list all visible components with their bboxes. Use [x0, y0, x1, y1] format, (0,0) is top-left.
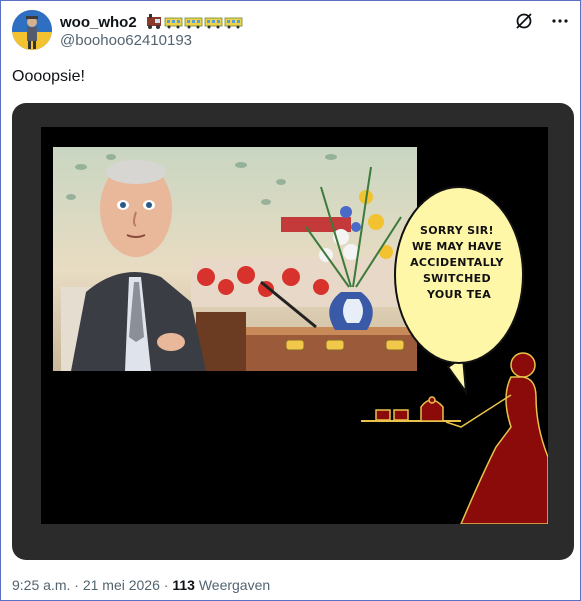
post-text: Oooopsie!	[12, 68, 85, 85]
scene-illustration	[53, 147, 417, 371]
more-icon[interactable]	[551, 12, 569, 35]
avatar[interactable]	[12, 10, 52, 50]
views-label[interactable]: Weergaven	[199, 577, 270, 593]
speech-line-1: SORRY SIR!	[420, 224, 494, 237]
post-date[interactable]: 21 mei 2026	[83, 577, 160, 593]
train-emoji-icon	[145, 14, 245, 30]
views-count[interactable]: 113	[172, 577, 195, 593]
speech-line-2: WE MAY HAVE	[412, 240, 502, 253]
separator: ·	[163, 577, 169, 593]
post-time[interactable]: 9:25 a.m.	[12, 577, 70, 593]
post-media[interactable]: SORRY SIR! WE MAY HAVE ACCIDENTALLY SWIT…	[12, 103, 574, 560]
author-handle[interactable]: @boohoo62410193	[60, 32, 192, 49]
speech-line-4: SWITCHED	[423, 272, 491, 285]
author-display-name[interactable]: woo_who2	[60, 14, 137, 31]
grok-icon[interactable]	[515, 12, 533, 35]
meme-image: SORRY SIR! WE MAY HAVE ACCIDENTALLY SWIT…	[41, 127, 549, 525]
separator: ·	[74, 577, 79, 593]
speech-line-3: ACCIDENTALLY	[410, 256, 504, 269]
speech-line-5: YOUR TEA	[426, 288, 491, 301]
post-meta: 9:25 a.m. · 21 mei 2026 · 113 Weergaven	[12, 577, 270, 593]
waitress-silhouette	[361, 352, 549, 525]
